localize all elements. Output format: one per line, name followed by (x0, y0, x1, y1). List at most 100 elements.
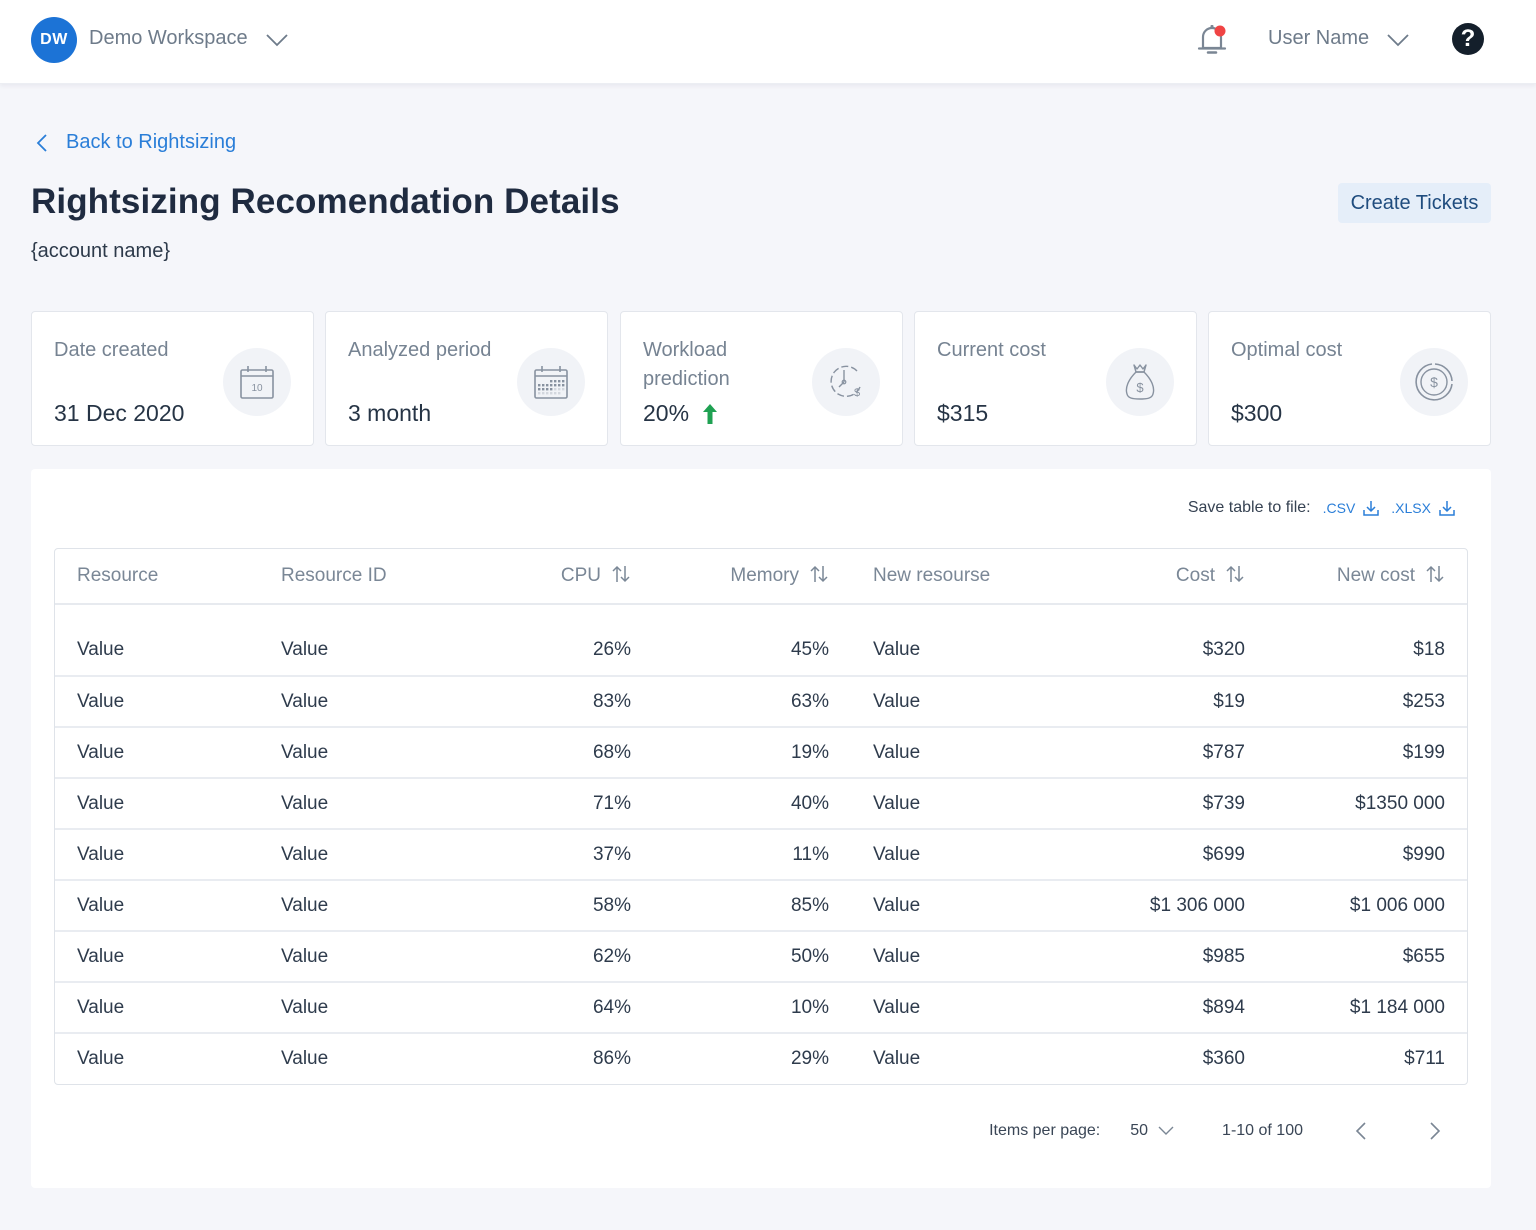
column-header-new-cost[interactable]: New cost (1267, 549, 1467, 605)
table-cell: $699 (1091, 829, 1267, 881)
table-cell: 29% (790, 1048, 829, 1069)
table-cell: Value (851, 982, 1091, 1034)
table-row[interactable]: Value Value 37% 11% Value $699 $990 (55, 829, 1467, 881)
table-cell: Value (259, 727, 463, 779)
workspace-name[interactable]: Demo Workspace (89, 27, 248, 50)
table-row[interactable]: Value Value 62% 50% Value $985 $655 (55, 931, 1467, 983)
summary-card-date-created: Date created 31 Dec 2020 10 (31, 311, 314, 446)
notification-bell-icon[interactable] (1195, 22, 1229, 58)
table-cell: 11% (653, 829, 851, 881)
table-cell: $199 (1267, 727, 1467, 779)
card-value: 3 month (348, 400, 431, 427)
download-icon (1363, 501, 1380, 516)
table-cell: Value (851, 880, 1091, 932)
account-name: {account name} (31, 240, 170, 262)
table-cell: $990 (1267, 829, 1467, 881)
table-row[interactable]: Value Value 83% 63% Value $19 $253 (55, 676, 1467, 728)
summary-card-optimal-cost: Optimal cost $300 $ (1208, 311, 1491, 446)
table-cell: $655 (1267, 931, 1467, 983)
table-cell: $320 (1091, 625, 1267, 677)
table-cell: 26% (463, 625, 653, 677)
money-bag-icon: $ (1106, 348, 1174, 416)
export-xlsx-button[interactable]: .XLSX (1391, 500, 1455, 516)
table-cell: Value (55, 829, 259, 881)
table-cell: Value (55, 727, 259, 779)
table-cell: Value (77, 1048, 125, 1069)
table-cell: Value (259, 880, 463, 932)
download-icon (1439, 501, 1455, 516)
previous-page-button[interactable] (1355, 1121, 1367, 1141)
summary-card-workload-prediction: Workload prediction 20% $ (620, 311, 903, 446)
sort-icon[interactable] (1425, 565, 1445, 583)
help-icon[interactable]: ? (1452, 23, 1484, 55)
table-cell: Value (259, 676, 463, 728)
column-header-memory[interactable]: Memory (653, 549, 851, 605)
table-cell: Value (259, 829, 463, 881)
table-cell: $985 (1091, 931, 1267, 983)
table-cell: Value (55, 880, 259, 932)
table-row[interactable]: Value Value 68% 19% Value $787 $199 (55, 727, 1467, 779)
back-link-label: Back to Rightsizing (66, 131, 237, 153)
export-row: Save table to file: .CSV .XLSX (1188, 499, 1455, 517)
table-cell: $1350 000 (1267, 778, 1467, 830)
export-csv-button[interactable]: .CSV (1323, 500, 1380, 516)
user-menu-chevron-down-icon[interactable] (1386, 33, 1410, 47)
analyzed-period-value: 3 month (348, 400, 432, 426)
sort-icon[interactable] (809, 565, 829, 583)
sort-icon[interactable] (1225, 565, 1245, 583)
trend-up-arrow-icon (703, 403, 718, 424)
calendar-day-icon: 10 (223, 348, 291, 416)
card-label: Workload prediction (643, 339, 730, 390)
table-cell: Value (55, 931, 259, 983)
workspace-avatar[interactable]: DW (31, 17, 77, 63)
table-cell: $1 306 000 (1091, 880, 1267, 932)
table-cell: 10% (653, 982, 851, 1034)
user-menu-name[interactable]: User Name (1268, 27, 1369, 50)
table-cell: 19% (653, 727, 851, 779)
table-cell: 37% (463, 829, 653, 881)
items-per-page-select[interactable]: 50 (1130, 1122, 1174, 1140)
items-per-page-label: Items per page: (989, 1122, 1101, 1139)
export-csv-label: .CSV (1322, 500, 1356, 516)
table-row[interactable]: Value Value 58% 85% Value $1 306 000 $1 006 00… (55, 880, 1467, 932)
column-header-cost[interactable]: Cost (1091, 549, 1267, 605)
create-tickets-button[interactable]: Create Tickets (1338, 183, 1491, 223)
card-value: 31 Dec 2020 (54, 400, 184, 427)
table-row[interactable]: Value Value 64% 10% Value $894 $1 184 000 (55, 982, 1467, 1034)
column-header-label: Cost (1175, 565, 1215, 586)
column-header-label: New resourse (873, 565, 991, 586)
table-cell: 58% (463, 880, 653, 932)
table-cell: Value (259, 778, 463, 830)
table-cell: 83% (463, 676, 653, 728)
table-cell: 71% (463, 778, 653, 830)
table-cell: 68% (463, 727, 653, 779)
pagination: Items per page: 50 1-10 of 100 (989, 1121, 1441, 1141)
workload-prediction-value: 20% (643, 400, 690, 426)
svg-text:$: $ (854, 387, 860, 399)
calendar-month-icon (517, 348, 585, 416)
table-cell: Value (259, 931, 463, 983)
table-row[interactable]: Value Value 86% 29% Value $360 $711 (55, 1033, 1467, 1084)
coin-dollar-icon: $ (1400, 348, 1468, 416)
card-value: $315 (937, 400, 988, 427)
next-page-button[interactable] (1429, 1121, 1441, 1141)
table-cell: Value (55, 625, 259, 677)
sort-icon[interactable] (611, 565, 631, 583)
back-to-rightsizing-link[interactable]: Back to Rightsizing (36, 131, 236, 154)
date-created-value: 31 Dec 2020 (54, 400, 185, 426)
table-cell: Value (851, 778, 1091, 830)
svg-text:$: $ (1430, 374, 1438, 390)
table-cell: $739 (1091, 778, 1267, 830)
table-cell: Value (281, 1048, 329, 1069)
column-header-resource: Resource (55, 549, 259, 605)
column-header-label: CPU (560, 565, 601, 586)
svg-text:$: $ (1136, 380, 1144, 395)
table-row[interactable]: Value Value 26% 45% Value $320 $18 (55, 625, 1467, 677)
table-cell: $19 (1091, 676, 1267, 728)
column-header-cpu[interactable]: CPU (463, 549, 653, 605)
table-cell: $894 (1091, 982, 1267, 1034)
workspace-chevron-down-icon[interactable] (265, 33, 289, 47)
table-cell: Value (851, 829, 1091, 881)
table-row[interactable]: Value Value 71% 40% Value $739 $1350 000 (55, 778, 1467, 830)
table-spacer (55, 604, 1467, 625)
